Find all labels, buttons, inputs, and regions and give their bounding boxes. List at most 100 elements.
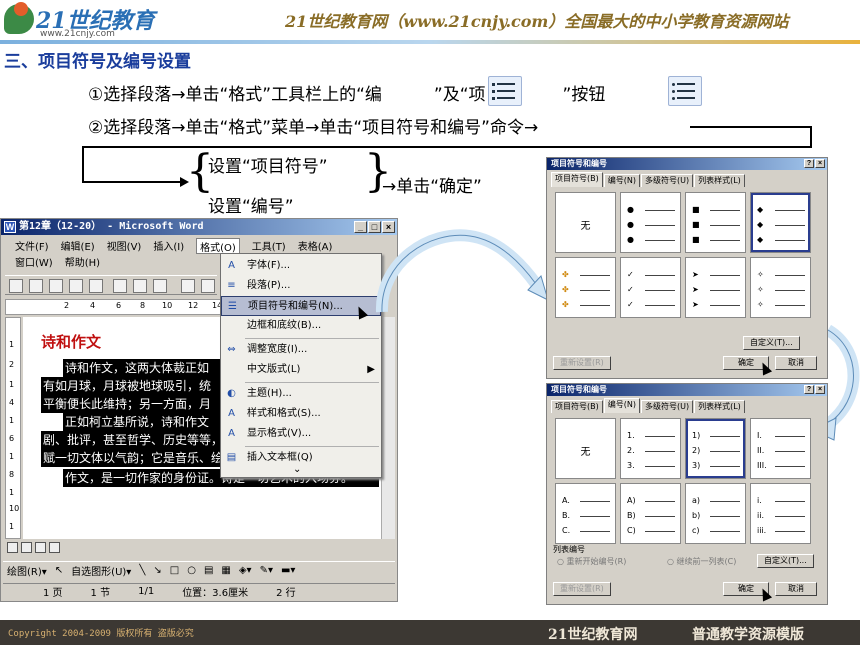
gallery-line [710,501,740,502]
gallery-line [645,240,675,241]
gallery-line [710,290,740,291]
gallery-line [775,531,805,532]
tab-list-styles[interactable]: 列表样式(L) [694,400,745,413]
gallery-marker: ✧ [757,300,764,309]
tab-outline[interactable]: 多级符号(U) [640,400,694,413]
gallery-row: c) [692,526,742,536]
gallery-line [710,225,740,226]
gallery-marker: ✧ [757,285,764,294]
tab-bullets[interactable]: 项目符号(B) [551,172,603,187]
gallery-line [775,290,805,291]
gallery-row: 2) [692,446,742,456]
gallery-row: 1) [692,431,742,441]
gallery-line [710,275,740,276]
gallery-row: ✧ [757,300,807,310]
gallery-row: B. [562,511,612,521]
help-icon[interactable]: ? [804,159,814,168]
gallery-cell[interactable]: I. II. III. [750,418,811,479]
gallery-line [775,516,805,517]
gallery-line [710,531,740,532]
gallery-cell[interactable]: ◆ ◆ ◆ [750,192,811,253]
gallery-line [645,501,675,502]
gallery-cell[interactable]: i. ii. iii. [750,483,811,544]
gallery-line [645,531,675,532]
gallery-row: C) [627,526,677,536]
gallery-marker: c) [692,526,700,535]
reset-button[interactable]: 重新设置(R) [553,356,611,370]
gallery-row: B) [627,511,677,521]
gallery-line [645,451,675,452]
gallery-line [710,516,740,517]
gallery-cell[interactable]: a) b) c) [685,483,746,544]
gallery-line [580,516,610,517]
gallery-line [645,210,675,211]
gallery-cell[interactable]: 1. 2. 3. [620,418,681,479]
gallery-cell[interactable]: ✓ ✓ ✓ [620,257,681,318]
dialog-title: 项目符号和编号 [547,158,827,170]
gallery-marker: III. [757,461,767,470]
customize-button[interactable]: 自定义(T)... [743,336,800,350]
gallery-line [580,290,610,291]
continue-list-radio[interactable]: ○ 继续前一列表(C) [667,556,736,567]
gallery-cell[interactable]: A) B) C) [620,483,681,544]
gallery-marker: ✓ [627,300,634,309]
gallery-row: ◆ [757,205,807,215]
footer-copyright: Copyright 2004-2009 版权所有 盗版必究 [8,629,194,639]
gallery-row: ● [627,235,677,245]
gallery-cell[interactable]: ✧ ✧ ✧ [750,257,811,318]
gallery-row: i. [757,496,807,506]
gallery-line [775,210,805,211]
gallery-marker: 3. [627,461,635,470]
gallery-line [645,516,675,517]
gallery-cell-none[interactable]: 无 [555,192,616,253]
gallery-marker: ✓ [627,270,634,279]
gallery-cell[interactable]: ■ ■ ■ [685,192,746,253]
reset-button[interactable]: 重新设置(R) [553,582,611,596]
gallery-marker: ✧ [757,270,764,279]
gallery-row: 1. [627,431,677,441]
gallery-line [775,240,805,241]
help-icon[interactable]: ? [804,385,814,394]
tab-numbering[interactable]: 编号(N) [603,174,640,187]
gallery-line [645,466,675,467]
gallery-marker: C) [627,526,636,535]
gallery-cell[interactable]: A. B. C. [555,483,616,544]
gallery-cell[interactable]: ● ● ● [620,192,681,253]
gallery-marker: ➤ [692,285,699,294]
gallery-marker: ■ [692,235,700,244]
gallery-line [645,275,675,276]
gallery-row: ✓ [627,285,677,295]
gallery-row: ➤ [692,300,742,310]
tab-list-styles[interactable]: 列表样式(L) [694,174,745,187]
close-icon[interactable]: × [815,385,825,394]
gallery-cell[interactable]: 1) 2) 3) [685,418,746,479]
gallery-line [580,305,610,306]
gallery-row: ◆ [757,220,807,230]
gallery-marker: a) [692,496,701,505]
gallery-cell[interactable]: ➤ ➤ ➤ [685,257,746,318]
customize-button[interactable]: 自定义(T)... [757,554,814,568]
restart-numbering-radio[interactable]: ○ 重新开始编号(R) [557,556,626,567]
gallery-line [710,466,740,467]
gallery-row: III. [757,461,807,471]
gallery-row: ✤ [562,285,612,295]
gallery-marker: i. [757,496,762,505]
footer-template: 普通教学资源模版 [692,627,804,643]
gallery-marker: 1) [692,431,701,440]
gallery-cell-none[interactable]: 无 [555,418,616,479]
gallery-row: iii. [757,526,807,536]
gallery-marker: B. [562,511,571,520]
close-icon[interactable]: × [815,159,825,168]
tab-outline[interactable]: 多级符号(U) [640,174,694,187]
tab-numbering[interactable]: 编号(N) [603,398,640,413]
gallery-marker: 1. [627,431,635,440]
gallery-row: 3. [627,461,677,471]
gallery-line [710,210,740,211]
gallery-cell[interactable]: ✤ ✤ ✤ [555,257,616,318]
tab-bullets[interactable]: 项目符号(B) [551,400,603,413]
gallery-row: ✧ [757,270,807,280]
cancel-button[interactable]: 取消 [775,582,817,596]
gallery-line [775,305,805,306]
cancel-button[interactable]: 取消 [775,356,817,370]
gallery-line [775,451,805,452]
